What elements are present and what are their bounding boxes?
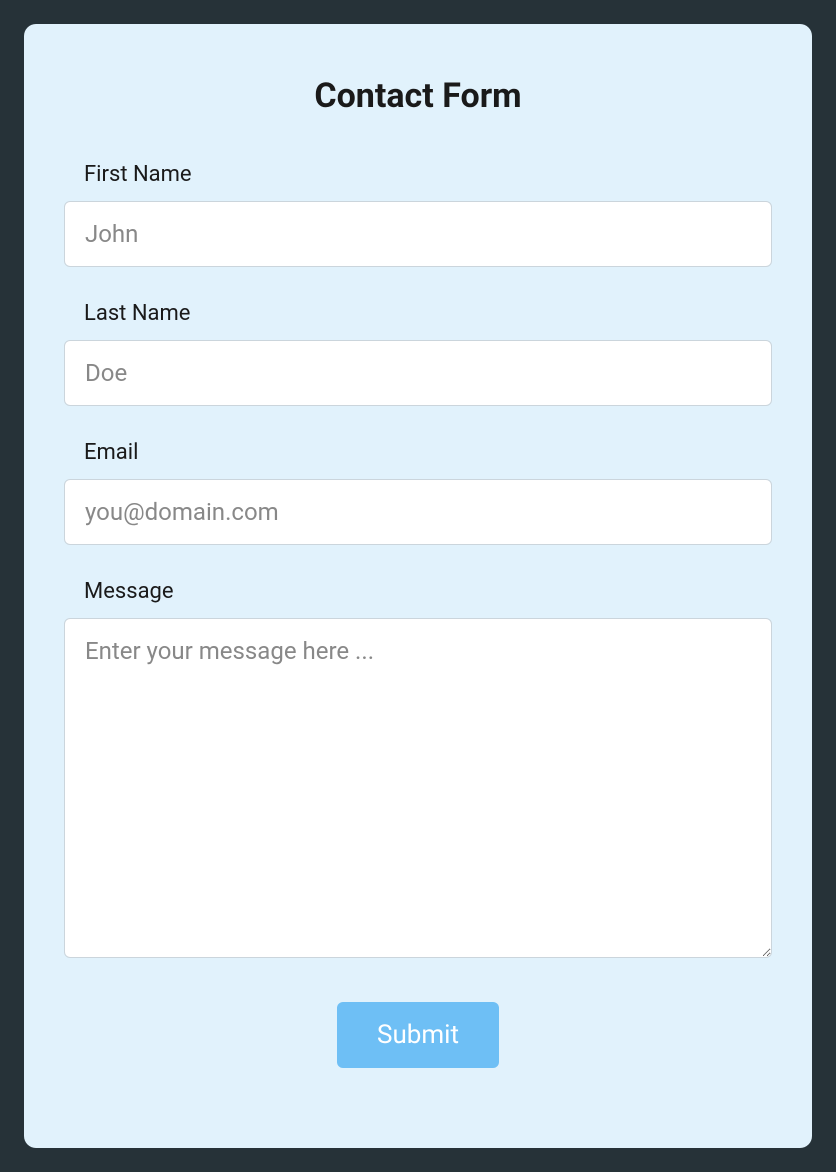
email-group: Email [64, 440, 772, 545]
last-name-group: Last Name [64, 301, 772, 406]
email-input[interactable] [64, 479, 772, 545]
submit-wrapper: Submit [64, 1002, 772, 1068]
first-name-group: First Name [64, 162, 772, 267]
last-name-label: Last Name [84, 301, 772, 326]
first-name-label: First Name [84, 162, 772, 187]
first-name-input[interactable] [64, 201, 772, 267]
form-title: Contact Form [64, 76, 772, 116]
message-textarea[interactable] [64, 618, 772, 958]
contact-form-card: Contact Form First Name Last Name Email … [24, 24, 812, 1148]
message-group: Message [64, 579, 772, 962]
last-name-input[interactable] [64, 340, 772, 406]
email-label: Email [84, 440, 772, 465]
submit-button[interactable]: Submit [337, 1002, 499, 1068]
message-label: Message [84, 579, 772, 604]
